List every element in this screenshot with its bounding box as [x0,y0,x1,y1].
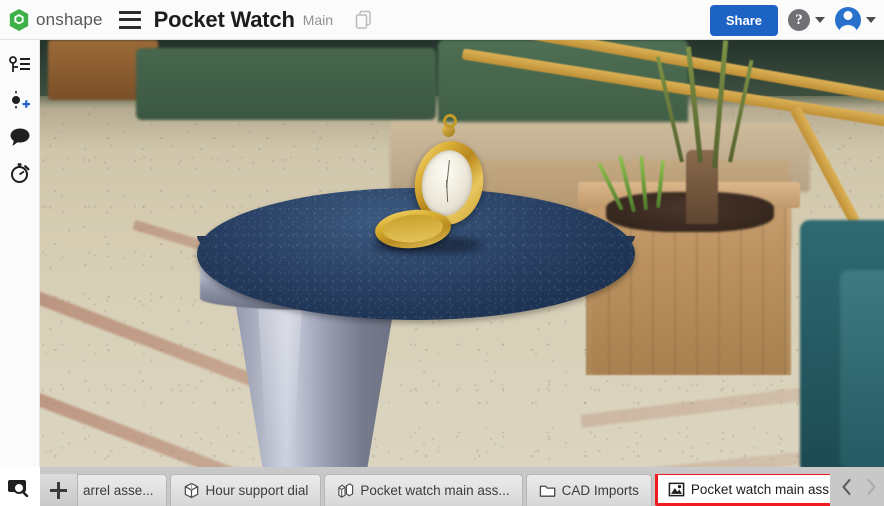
add-tab-plus-icon [50,481,67,499]
onshape-logo-icon [9,8,29,31]
tab-barrel-assembly[interactable]: arrel asse... [78,474,167,506]
workspace-name: Main [302,11,334,28]
tab-label: arrel asse... [83,483,154,498]
tab-label: Pocket watch main ass... [360,483,510,498]
page-title: Pocket Watch [153,6,295,32]
render-viewport[interactable] [40,40,884,467]
tab-pocket-watch-render-active[interactable]: Pocket watch main ass... [654,474,830,506]
copy-documents-icon[interactable] [353,9,375,31]
tab-cad-imports[interactable]: CAD Imports [525,474,652,506]
sidebar-item-create-version[interactable] [3,84,37,118]
chevron-right-icon[interactable] [865,477,878,497]
part-studio-icon [184,482,198,499]
scene-teal-chair [840,270,884,467]
bottom-tab-bar: arrel asse... Hour support dial Pocket w… [0,467,884,506]
folder-icon [539,485,555,497]
help-menu[interactable]: ? [788,9,825,31]
tab-pocket-watch-main-assembly[interactable]: Pocket watch main ass... [324,474,523,506]
sidebar-item-comments[interactable] [3,120,37,154]
tab-search-icon [8,479,29,497]
scene-seating-left [136,48,436,120]
help-circle-icon: ? [788,9,810,31]
tab-navigation-controls [830,467,884,506]
add-tab-button[interactable] [40,474,78,506]
tab-search-button[interactable] [0,467,40,506]
tab-label: Pocket watch main ass... [690,481,830,497]
comment-bubble-icon [10,128,29,146]
rendered-scene-image [40,40,884,467]
tab-hour-support-dial[interactable]: Hour support dial [169,474,322,506]
left-sidebar [0,40,40,467]
blue-felt-tabletop [197,188,635,320]
sidebar-item-history[interactable] [3,156,37,190]
header-right-controls: Share ? [709,0,876,40]
create-version-plus-icon [11,91,30,109]
version-graph-icon [8,56,30,72]
top-header-bar: onshape Pocket Watch Main Share ? [0,0,884,40]
brand-home-link[interactable]: onshape [8,8,103,32]
hamburger-menu-icon[interactable] [118,10,141,29]
chevron-down-icon [866,17,876,23]
image-picture-icon [668,482,685,496]
onshape-application-window: onshape Pocket Watch Main Share ? arrel … [0,0,884,506]
avatar [835,7,861,33]
assembly-icon [338,483,354,498]
tabs-strip: arrel asse... Hour support dial Pocket w… [78,474,830,506]
brand-name: onshape [36,9,103,29]
chevron-down-icon [815,17,825,23]
chevron-left-icon[interactable] [840,477,853,497]
stopwatch-history-icon [10,163,29,183]
account-menu[interactable] [835,7,876,33]
tab-label: CAD Imports [561,483,639,498]
sidebar-item-instances[interactable] [3,48,37,82]
tab-label: Hour support dial [205,483,309,498]
share-button[interactable]: Share [709,4,778,36]
